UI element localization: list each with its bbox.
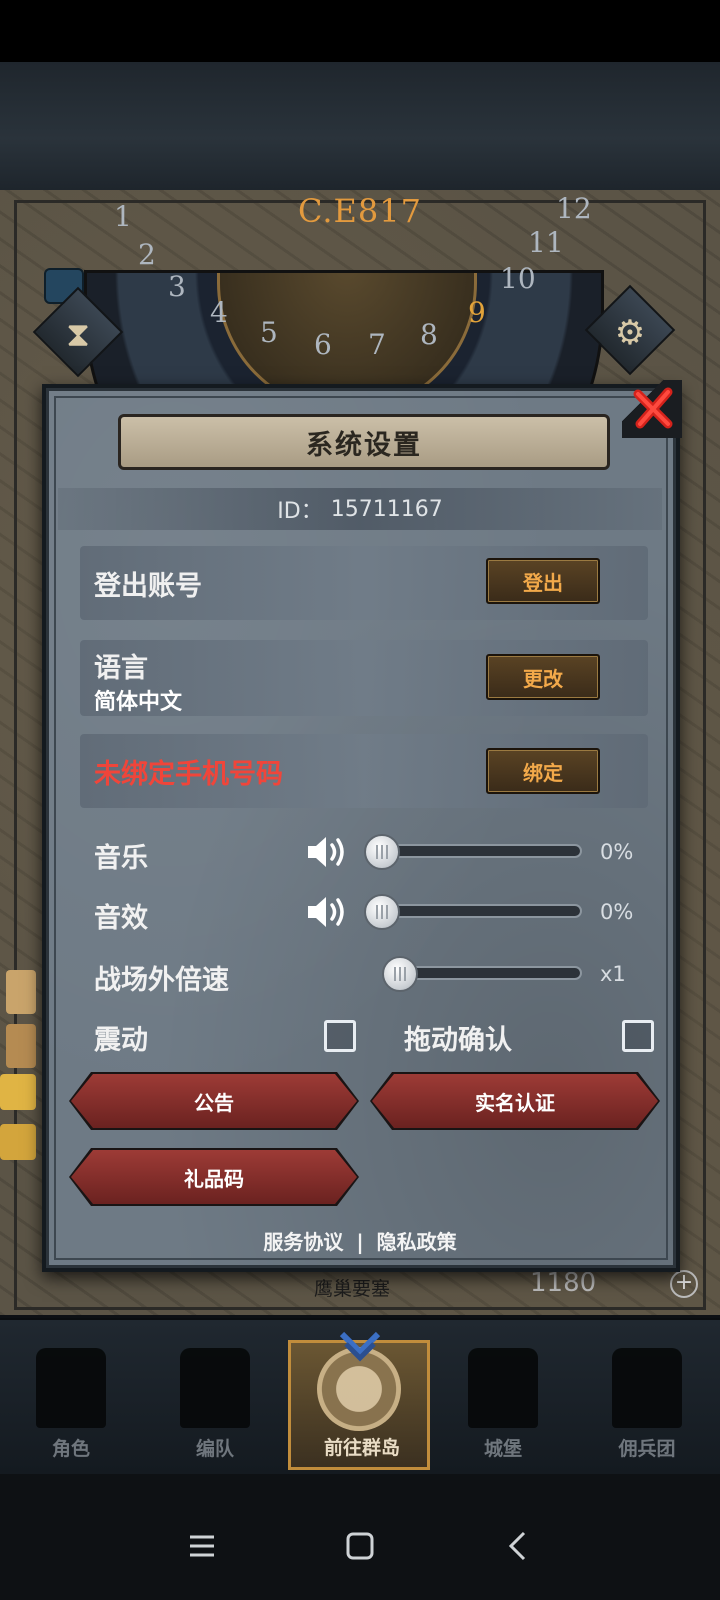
music-percent: 0% bbox=[600, 840, 634, 864]
vibrate-checkbox[interactable] bbox=[324, 1020, 356, 1052]
formation-icon bbox=[180, 1348, 250, 1428]
hourglass-icon: ⧗ bbox=[66, 314, 90, 355]
dialog-title: 系统设置 bbox=[118, 414, 610, 470]
nav-item-label: 城堡 bbox=[483, 1438, 522, 1460]
nav-item-label: 佣兵团 bbox=[618, 1438, 676, 1460]
dial-number: 2 bbox=[138, 238, 156, 271]
drag-confirm-label: 拖动确认 bbox=[404, 1025, 512, 1056]
compass-icon[interactable] bbox=[0, 1074, 36, 1110]
gear-icon: ⚙ bbox=[614, 312, 646, 353]
music-slider[interactable] bbox=[376, 844, 582, 858]
nav-item-formation[interactable]: 编队 bbox=[144, 1330, 286, 1470]
language-value: 简体中文 bbox=[94, 690, 183, 715]
resource-count: 1180 bbox=[530, 1268, 597, 1298]
sfx-slider[interactable] bbox=[376, 904, 582, 918]
notice-button[interactable]: 公告 bbox=[71, 1074, 357, 1128]
dial-numbers: 1 2 3 4 5 6 7 8 9 10 11 12 bbox=[100, 192, 610, 376]
menu-icon[interactable] bbox=[184, 1528, 220, 1564]
sfx-speaker-icon[interactable] bbox=[306, 893, 350, 931]
quest-scroll-icon[interactable] bbox=[6, 1024, 36, 1068]
status-bar bbox=[0, 0, 720, 62]
close-icon bbox=[633, 387, 673, 429]
user-id-value: 15711167 bbox=[330, 496, 443, 522]
language-row: 语言 简体中文 更改 bbox=[80, 640, 648, 716]
castle-icon bbox=[468, 1348, 538, 1428]
sfx-label: 音效 bbox=[94, 903, 148, 934]
speed-slider-knob[interactable] bbox=[382, 956, 418, 992]
gift-code-button[interactable]: 礼品码 bbox=[71, 1150, 357, 1204]
nav-item-label: 角色 bbox=[51, 1438, 90, 1460]
language-label: 语言 bbox=[94, 653, 148, 684]
speed-value: x1 bbox=[600, 962, 626, 986]
privacy-link[interactable]: 隐私政策 bbox=[377, 1230, 457, 1254]
top-backdrop bbox=[0, 62, 720, 190]
close-button[interactable] bbox=[622, 380, 682, 438]
vibrate-label: 震动 bbox=[94, 1025, 148, 1056]
dial-number: 11 bbox=[528, 226, 564, 259]
dial-number: 8 bbox=[420, 318, 438, 351]
realname-verify-button[interactable]: 实名认证 bbox=[372, 1074, 658, 1128]
search-icon[interactable] bbox=[0, 1124, 36, 1160]
back-icon[interactable] bbox=[500, 1528, 536, 1564]
sfx-slider-knob[interactable] bbox=[364, 894, 400, 930]
logout-button[interactable]: 登出 bbox=[486, 558, 600, 604]
add-resource-button[interactable]: + bbox=[670, 1270, 698, 1298]
phone-bind-row: 未绑定手机号码 绑定 bbox=[80, 734, 648, 808]
mercenary-icon bbox=[612, 1348, 682, 1428]
dial-number-current: 9 bbox=[468, 296, 486, 329]
sfx-percent: 0% bbox=[600, 900, 634, 924]
location-label: 鹰巢要塞 bbox=[314, 1278, 391, 1300]
change-language-button[interactable]: 更改 bbox=[486, 654, 600, 700]
drag-confirm-checkbox[interactable] bbox=[622, 1020, 654, 1052]
music-speaker-icon[interactable] bbox=[306, 833, 350, 871]
music-slider-knob[interactable] bbox=[364, 834, 400, 870]
dial-number: 7 bbox=[368, 328, 386, 361]
scroll-icon[interactable] bbox=[6, 970, 36, 1014]
user-id-band: ID： 15711167 bbox=[58, 488, 662, 530]
dial-number: 10 bbox=[500, 262, 536, 295]
nav-item-label: 编队 bbox=[195, 1438, 234, 1460]
nav-item-mercenary[interactable]: 佣兵团 bbox=[576, 1330, 718, 1470]
dial-number: 5 bbox=[260, 316, 278, 349]
terms-link[interactable]: 服务协议 bbox=[263, 1230, 343, 1254]
nav-item-castle[interactable]: 城堡 bbox=[432, 1330, 574, 1470]
speed-label: 战场外倍速 bbox=[94, 965, 229, 996]
home-icon[interactable] bbox=[342, 1528, 378, 1564]
nav-item-label: 前往群岛 bbox=[323, 1437, 400, 1459]
user-id-label: ID： bbox=[277, 499, 323, 524]
nav-item-character[interactable]: 角色 bbox=[0, 1330, 142, 1470]
logout-label: 登出账号 bbox=[94, 571, 202, 602]
dial-number: 12 bbox=[556, 192, 592, 225]
dial-number: 3 bbox=[168, 270, 186, 303]
dial-number: 4 bbox=[210, 296, 228, 329]
link-separator: | bbox=[356, 1230, 364, 1254]
knight-icon bbox=[36, 1348, 106, 1428]
dial-number: 1 bbox=[114, 200, 132, 233]
legal-links: 服务协议 | 隐私政策 bbox=[0, 1226, 720, 1255]
logout-row: 登出账号 登出 bbox=[80, 546, 648, 620]
chevron-down-icon bbox=[339, 1331, 381, 1362]
music-label: 音乐 bbox=[94, 843, 148, 874]
dial-number: 6 bbox=[314, 328, 332, 361]
bind-phone-button[interactable]: 绑定 bbox=[486, 748, 600, 794]
phone-unbound-label: 未绑定手机号码 bbox=[94, 759, 283, 790]
